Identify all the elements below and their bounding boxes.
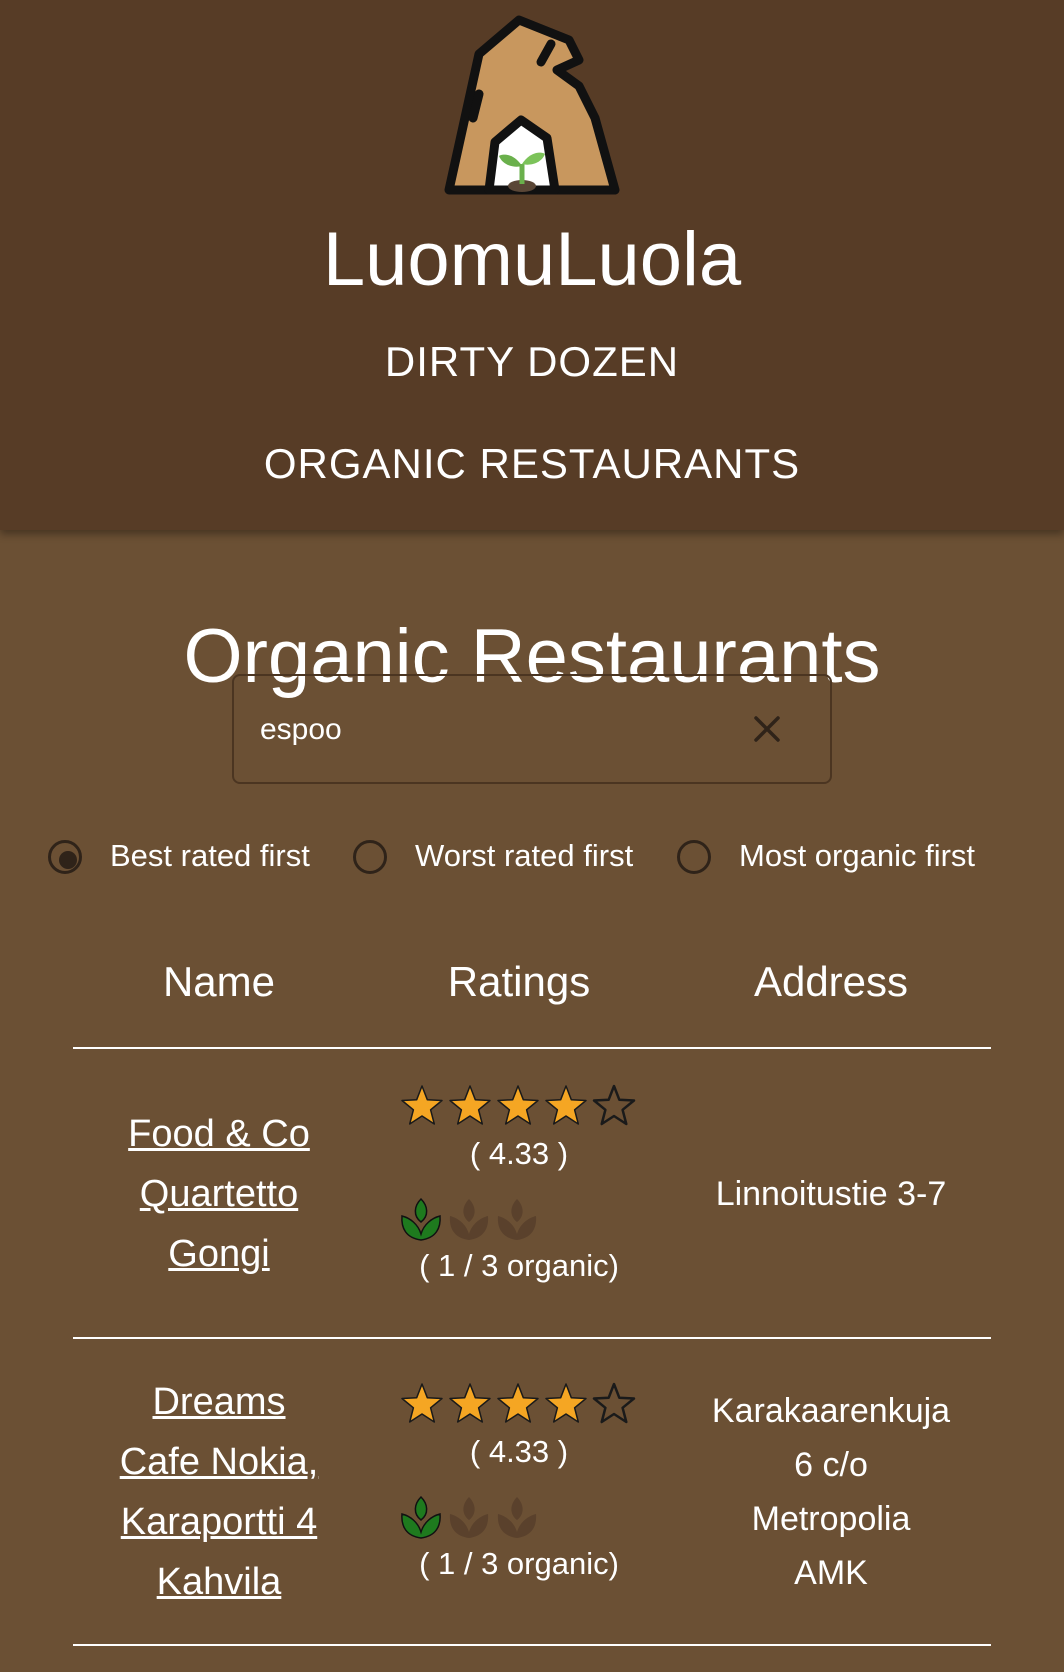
star-filled-icon (401, 1383, 443, 1423)
sort-best-rated-label[interactable]: Best rated first (110, 838, 310, 874)
restaurant-name: Dreams Cafe Nokia, Karaportti 4 Kahvila (74, 1372, 364, 1612)
nav-dirty-dozen[interactable]: DIRTY DOZEN (0, 338, 1064, 386)
restaurant-link[interactable]: Karaportti 4 (121, 1501, 317, 1543)
restaurant-link[interactable]: Food & Co (128, 1113, 310, 1155)
leaf-inactive-icon (497, 1199, 537, 1240)
table-divider (73, 1644, 991, 1646)
address-line: 6 c/o (794, 1446, 868, 1484)
star-filled-icon (545, 1383, 587, 1423)
cave-sprout-logo-icon[interactable] (429, 14, 635, 198)
leaf-inactive-icon (449, 1497, 489, 1538)
star-empty-icon (592, 1382, 636, 1424)
restaurant-link[interactable]: Cafe Nokia, (120, 1441, 319, 1483)
nav-organic-restaurants[interactable]: ORGANIC RESTAURANTS (0, 440, 1064, 488)
restaurant-name: Food & Co Quartetto Gongi (74, 1104, 364, 1284)
close-icon[interactable] (748, 710, 786, 748)
star-rating (401, 1382, 636, 1424)
organic-rating (401, 1197, 537, 1241)
app-header: LuomuLuola DIRTY DOZEN ORGANIC RESTAURAN… (0, 0, 1064, 530)
table-divider (73, 1337, 991, 1339)
column-header-name: Name (162, 958, 276, 1005)
address-line: AMK (794, 1554, 868, 1592)
app-title: LuomuLuola (322, 217, 742, 302)
restaurant-address: Karakaarenkuja 6 c/o Metropolia AMK (674, 1384, 988, 1600)
star-filled-icon (401, 1085, 443, 1125)
radio-dot (59, 851, 77, 869)
star-filled-icon (449, 1085, 491, 1125)
rating-score: ( 4.33 ) (469, 1136, 569, 1171)
leaf-active-icon (401, 1197, 441, 1241)
sort-options: Best rated first Worst rated first Most … (0, 838, 1064, 880)
rating-score: ( 4.33 ) (469, 1434, 569, 1469)
sort-worst-rated-label[interactable]: Worst rated first (415, 838, 633, 874)
column-header-address: Address (753, 958, 909, 1005)
organic-rating (401, 1495, 537, 1539)
address-line: Metropolia (751, 1500, 911, 1538)
restaurant-address: Linnoitustie 3-7 (674, 1167, 988, 1221)
restaurant-link[interactable]: Quartetto (140, 1173, 298, 1215)
radio-button-checked[interactable] (48, 840, 82, 874)
search-input[interactable] (258, 704, 742, 756)
leaf-inactive-icon (449, 1199, 489, 1240)
star-filled-icon (545, 1085, 587, 1125)
restaurant-link[interactable]: Gongi (168, 1233, 269, 1275)
search-field (232, 674, 832, 784)
star-empty-icon (592, 1084, 636, 1126)
column-header-ratings: Ratings (447, 958, 591, 1005)
leaf-inactive-icon (497, 1497, 537, 1538)
radio-button[interactable] (353, 840, 387, 874)
address-line: Linnoitustie 3-7 (715, 1175, 947, 1213)
radio-button[interactable] (677, 840, 711, 874)
organic-count: ( 1 / 3 organic) (419, 1248, 619, 1283)
restaurant-link[interactable]: Dreams (152, 1381, 285, 1423)
star-filled-icon (497, 1383, 539, 1423)
organic-count: ( 1 / 3 organic) (419, 1546, 619, 1581)
table-divider (73, 1047, 991, 1049)
star-filled-icon (449, 1383, 491, 1423)
restaurant-link[interactable]: Kahvila (157, 1561, 282, 1603)
star-rating (401, 1084, 636, 1126)
sort-most-organic-label[interactable]: Most organic first (739, 838, 975, 874)
star-filled-icon (497, 1085, 539, 1125)
address-line: Karakaarenkuja (711, 1392, 951, 1430)
leaf-active-icon (401, 1495, 441, 1539)
